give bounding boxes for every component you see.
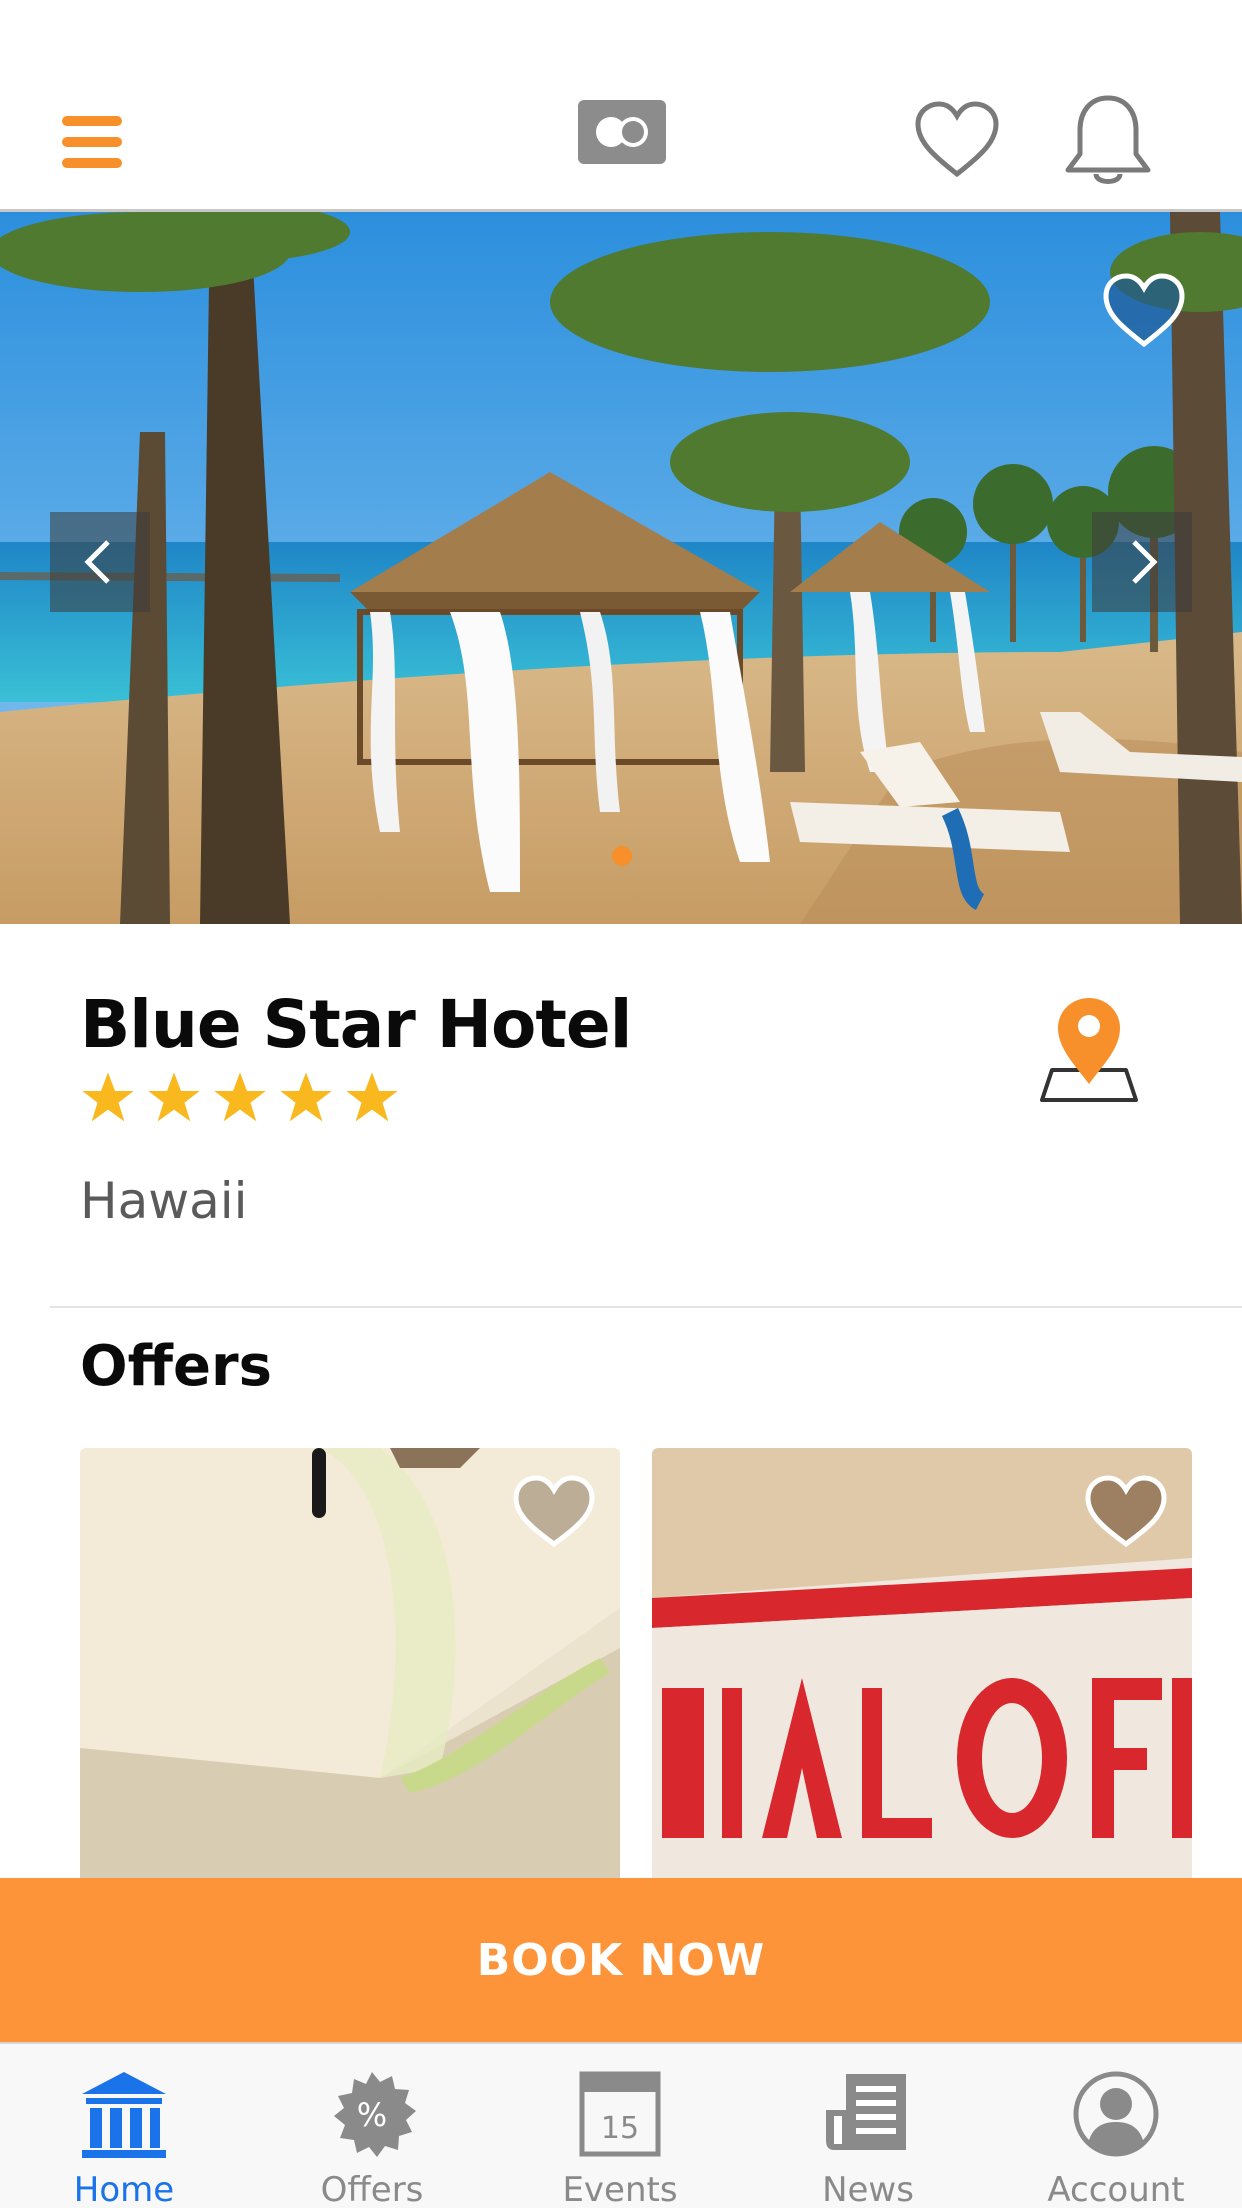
heart-icon[interactable] (1102, 272, 1186, 350)
carousel-prev-button[interactable] (50, 512, 150, 612)
star-icon (346, 1072, 398, 1122)
tab-label: News (822, 2170, 914, 2208)
chevron-left-icon (84, 540, 110, 584)
tab-label: Events (562, 2170, 678, 2208)
home-columns-icon (82, 2072, 166, 2158)
heart-icon[interactable] (512, 1474, 596, 1550)
heart-icon[interactable] (1084, 1474, 1168, 1550)
tab-news[interactable]: News (744, 2044, 992, 2208)
star-icon (82, 1072, 134, 1122)
hotel-detail-screen: Blue Star Hotel Hawaii Offers BOOK NOW H… (0, 0, 1242, 2208)
star-icon (148, 1072, 200, 1122)
hotel-location: Hawaii (80, 1172, 248, 1230)
offer-card[interactable] (80, 1448, 620, 1878)
divider (50, 1306, 1242, 1308)
calendar-icon: 15 (579, 2071, 661, 2157)
offer-card[interactable] (652, 1448, 1192, 1878)
tab-label: Home (73, 2170, 175, 2208)
svg-text:%: % (357, 2096, 387, 2134)
hotel-photo-carousel[interactable] (0, 212, 1242, 924)
carousel-page-indicator[interactable] (612, 846, 632, 866)
star-icon (214, 1072, 266, 1122)
star-icon (280, 1072, 332, 1122)
percent-badge-icon: % (334, 2072, 416, 2157)
tab-events[interactable]: 15 Events (496, 2044, 744, 2208)
bell-icon[interactable] (1060, 92, 1156, 192)
map-pin-icon[interactable] (1038, 994, 1140, 1102)
calendar-day: 15 (601, 2111, 639, 2146)
user-icon (1073, 2071, 1159, 2157)
toggle-logo-icon[interactable] (578, 100, 666, 164)
tab-account[interactable]: Account (992, 2044, 1240, 2208)
heart-icon[interactable] (914, 100, 1000, 180)
hotel-name: Blue Star Hotel (80, 986, 632, 1063)
newspaper-icon (826, 2074, 906, 2150)
tab-offers[interactable]: % Offers (248, 2044, 496, 2208)
hamburger-icon[interactable] (62, 116, 122, 168)
book-now-label: BOOK NOW (476, 1934, 766, 1986)
book-now-button[interactable]: BOOK NOW (0, 1878, 1242, 2042)
carousel-next-button[interactable] (1092, 512, 1192, 612)
offers-section-title: Offers (80, 1334, 272, 1399)
tab-home[interactable]: Home (0, 2044, 248, 2208)
beach-resort-photo (0, 212, 1242, 924)
bottom-tab-bar: Home % Offers 15 Events News Account (0, 2042, 1242, 2208)
star-rating (80, 1070, 400, 1126)
chevron-right-icon (1132, 540, 1158, 584)
top-nav-bar (0, 66, 1242, 212)
tab-label: Account (1047, 2170, 1185, 2208)
tab-label: Offers (320, 2170, 424, 2208)
